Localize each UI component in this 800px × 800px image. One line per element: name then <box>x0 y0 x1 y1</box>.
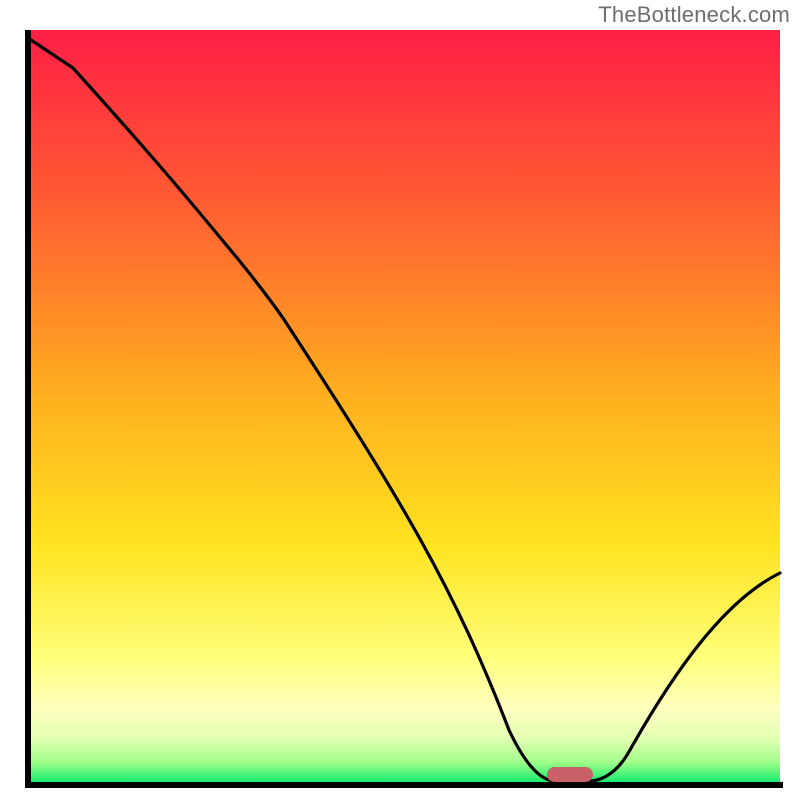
optimal-marker <box>547 767 593 782</box>
plot-area <box>25 30 783 788</box>
watermark-text: TheBottleneck.com <box>598 2 790 28</box>
chart-stage: TheBottleneck.com <box>0 0 800 800</box>
plot-svg <box>25 30 783 788</box>
